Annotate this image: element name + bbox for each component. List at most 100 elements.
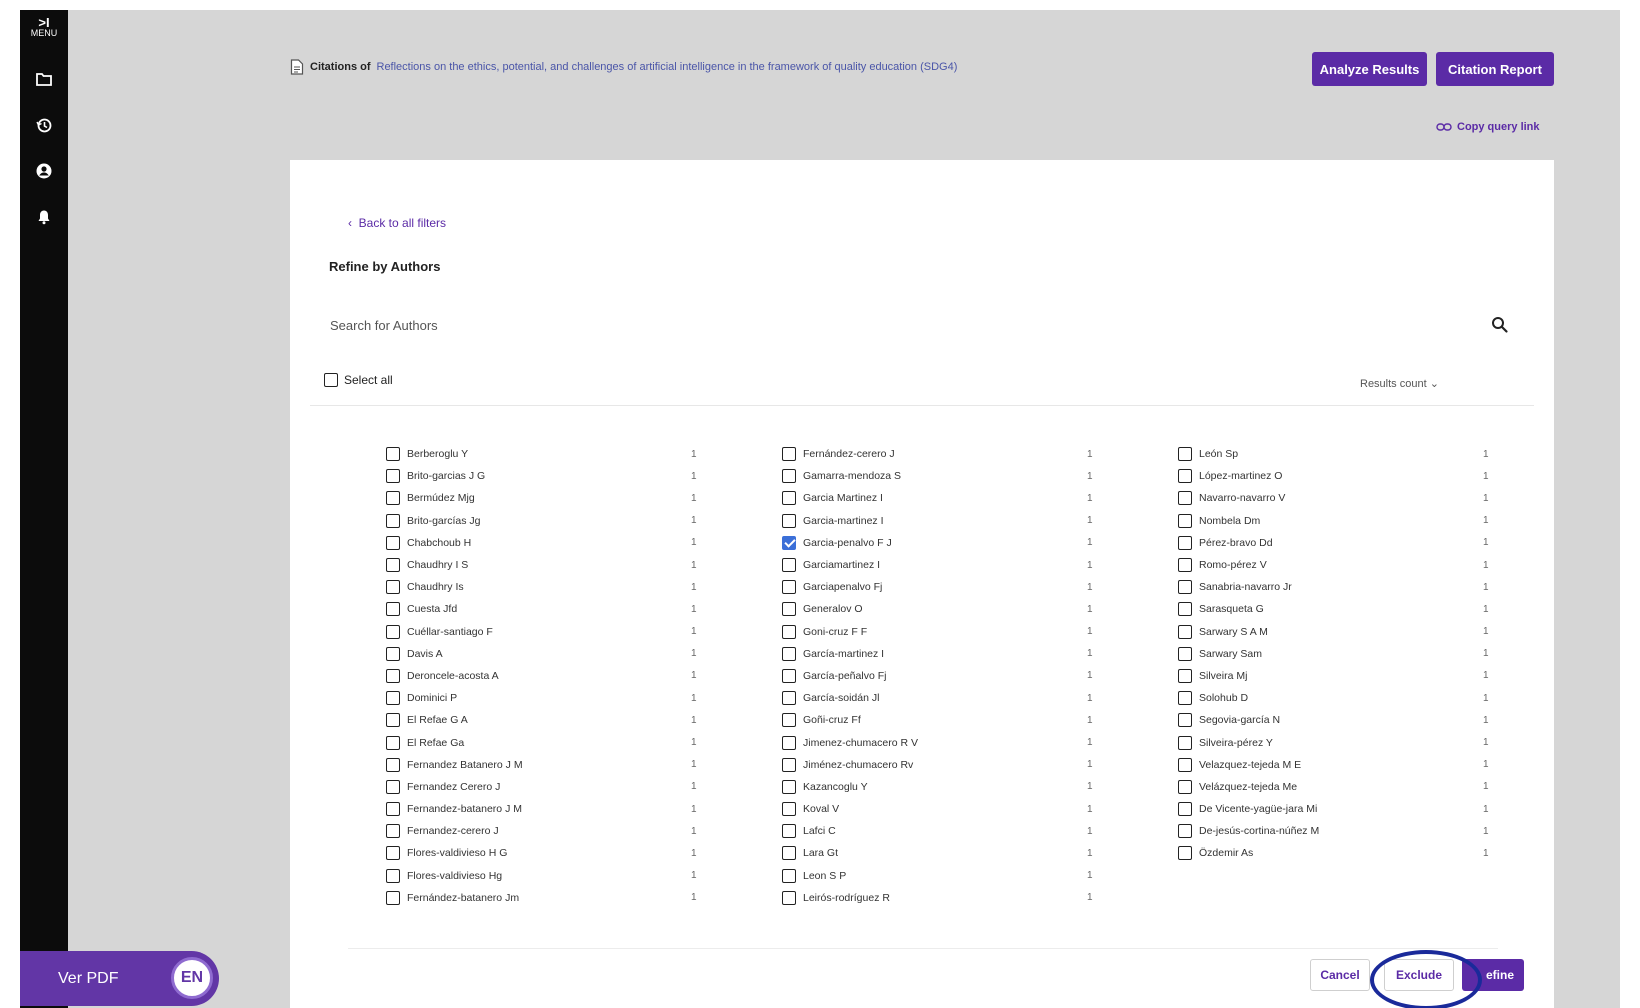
author-checkbox[interactable] — [1178, 469, 1192, 484]
author-row[interactable]: Nombela Dm 1 — [1178, 510, 1528, 532]
author-checkbox[interactable] — [386, 602, 400, 617]
author-row[interactable]: Leon S P 1 — [782, 865, 1132, 887]
user-icon[interactable] — [29, 156, 59, 186]
author-row[interactable]: Deroncele-acosta A 1 — [386, 665, 736, 687]
author-row[interactable]: Garciapenalvo Fj 1 — [782, 576, 1132, 598]
author-checkbox[interactable] — [782, 691, 796, 706]
author-row[interactable]: Fernandez Batanero J M 1 — [386, 754, 736, 776]
author-row[interactable]: Generalov O 1 — [782, 598, 1132, 620]
language-badge[interactable]: EN — [171, 957, 213, 999]
author-checkbox[interactable] — [782, 580, 796, 595]
author-row[interactable]: Brito-garcias J G 1 — [386, 465, 736, 487]
author-checkbox[interactable] — [782, 602, 796, 617]
select-all-box[interactable] — [324, 373, 338, 387]
author-checkbox[interactable] — [386, 802, 400, 817]
author-checkbox[interactable] — [782, 535, 796, 550]
author-row[interactable]: Pérez-bravo Dd 1 — [1178, 532, 1528, 554]
author-row[interactable]: Garcia Martinez I 1 — [782, 487, 1132, 509]
author-row[interactable]: Velázquez-tejeda Me 1 — [1178, 776, 1528, 798]
author-row[interactable]: Fernandez Cerero J 1 — [386, 776, 736, 798]
author-row[interactable]: Gamarra-mendoza S 1 — [782, 465, 1132, 487]
author-checkbox[interactable] — [782, 668, 796, 683]
author-row[interactable]: Segovia-garcía N 1 — [1178, 709, 1528, 731]
author-checkbox[interactable] — [782, 868, 796, 883]
author-checkbox[interactable] — [386, 624, 400, 639]
author-row[interactable]: Sarwary S A M 1 — [1178, 621, 1528, 643]
author-row[interactable]: Sarasqueta G 1 — [1178, 598, 1528, 620]
author-checkbox[interactable] — [1178, 447, 1192, 462]
author-checkbox[interactable] — [386, 580, 400, 595]
author-row[interactable]: Solohub D 1 — [1178, 687, 1528, 709]
author-row[interactable]: Lafci C 1 — [782, 820, 1132, 842]
author-row[interactable]: Jimenez-chumacero R V 1 — [782, 731, 1132, 753]
author-row[interactable]: Chabchoub H 1 — [386, 532, 736, 554]
select-all-checkbox[interactable]: Select all — [324, 373, 393, 387]
author-row[interactable]: Lara Gt 1 — [782, 842, 1132, 864]
author-row[interactable]: Velazquez-tejeda M E 1 — [1178, 754, 1528, 776]
author-checkbox[interactable] — [1178, 713, 1192, 728]
author-checkbox[interactable] — [386, 779, 400, 794]
author-row[interactable]: Fernández-cerero J 1 — [782, 443, 1132, 465]
author-checkbox[interactable] — [782, 757, 796, 772]
author-row[interactable]: Garciamartinez I 1 — [782, 554, 1132, 576]
author-checkbox[interactable] — [782, 713, 796, 728]
author-checkbox[interactable] — [1178, 624, 1192, 639]
author-checkbox[interactable] — [1178, 846, 1192, 861]
author-checkbox[interactable] — [386, 535, 400, 550]
author-checkbox[interactable] — [782, 447, 796, 462]
folder-icon[interactable] — [29, 64, 59, 94]
bell-icon[interactable] — [29, 202, 59, 232]
citations-title-link[interactable]: Reflections on the ethics, potential, an… — [377, 61, 958, 73]
author-row[interactable]: García-peñalvo Fj 1 — [782, 665, 1132, 687]
author-row[interactable]: Bermúdez Mjg 1 — [386, 487, 736, 509]
author-row[interactable]: De-jesús-cortina-núñez M 1 — [1178, 820, 1528, 842]
copy-query-link[interactable]: Copy query link — [1436, 121, 1540, 133]
author-checkbox[interactable] — [386, 824, 400, 839]
author-row[interactable]: Fernandez-cerero J 1 — [386, 820, 736, 842]
author-row[interactable]: El Refae G A 1 — [386, 709, 736, 731]
author-row[interactable]: Jiménez-chumacero Rv 1 — [782, 754, 1132, 776]
author-row[interactable]: Goñi-cruz Ff 1 — [782, 709, 1132, 731]
author-checkbox[interactable] — [782, 779, 796, 794]
author-row[interactable]: Cuesta Jfd 1 — [386, 598, 736, 620]
author-checkbox[interactable] — [782, 469, 796, 484]
author-row[interactable]: Flores-valdivieso Hg 1 — [386, 865, 736, 887]
author-row[interactable]: García-martinez I 1 — [782, 643, 1132, 665]
author-row[interactable]: Brito-garcías Jg 1 — [386, 510, 736, 532]
author-row[interactable]: Navarro-navarro V 1 — [1178, 487, 1528, 509]
author-row[interactable]: Romo-pérez V 1 — [1178, 554, 1528, 576]
author-checkbox[interactable] — [386, 558, 400, 573]
author-checkbox[interactable] — [782, 846, 796, 861]
analyze-results-button[interactable]: Analyze Results — [1312, 52, 1427, 86]
author-checkbox[interactable] — [1178, 735, 1192, 750]
author-row[interactable]: Fernández-batanero Jm 1 — [386, 887, 736, 909]
author-checkbox[interactable] — [782, 890, 796, 905]
author-checkbox[interactable] — [386, 469, 400, 484]
author-checkbox[interactable] — [386, 668, 400, 683]
author-checkbox[interactable] — [386, 757, 400, 772]
author-checkbox[interactable] — [386, 868, 400, 883]
author-row[interactable]: López-martinez O 1 — [1178, 465, 1528, 487]
author-row[interactable]: Garcia-penalvo F J 1 — [782, 532, 1132, 554]
author-checkbox[interactable] — [386, 513, 400, 528]
author-checkbox[interactable] — [1178, 558, 1192, 573]
author-checkbox[interactable] — [782, 491, 796, 506]
author-checkbox[interactable] — [1178, 824, 1192, 839]
author-checkbox[interactable] — [1178, 602, 1192, 617]
author-row[interactable]: Berberoglu Y 1 — [386, 443, 736, 465]
author-checkbox[interactable] — [782, 646, 796, 661]
author-checkbox[interactable] — [1178, 691, 1192, 706]
author-row[interactable]: Chaudhry I S 1 — [386, 554, 736, 576]
author-row[interactable]: Flores-valdivieso H G 1 — [386, 842, 736, 864]
author-row[interactable]: De Vicente-yagüe-jara Mi 1 — [1178, 798, 1528, 820]
author-row[interactable]: Koval V 1 — [782, 798, 1132, 820]
citation-report-button[interactable]: Citation Report — [1436, 52, 1554, 86]
author-row[interactable]: Leirós-rodríguez R 1 — [782, 887, 1132, 909]
history-icon[interactable] — [29, 110, 59, 140]
author-row[interactable]: Dominici P 1 — [386, 687, 736, 709]
author-row[interactable]: León Sp 1 — [1178, 443, 1528, 465]
author-row[interactable]: El Refae Ga 1 — [386, 731, 736, 753]
author-search-input[interactable] — [326, 308, 1426, 342]
author-row[interactable]: Fernandez-batanero J M 1 — [386, 798, 736, 820]
author-row[interactable]: Silveira Mj 1 — [1178, 665, 1528, 687]
